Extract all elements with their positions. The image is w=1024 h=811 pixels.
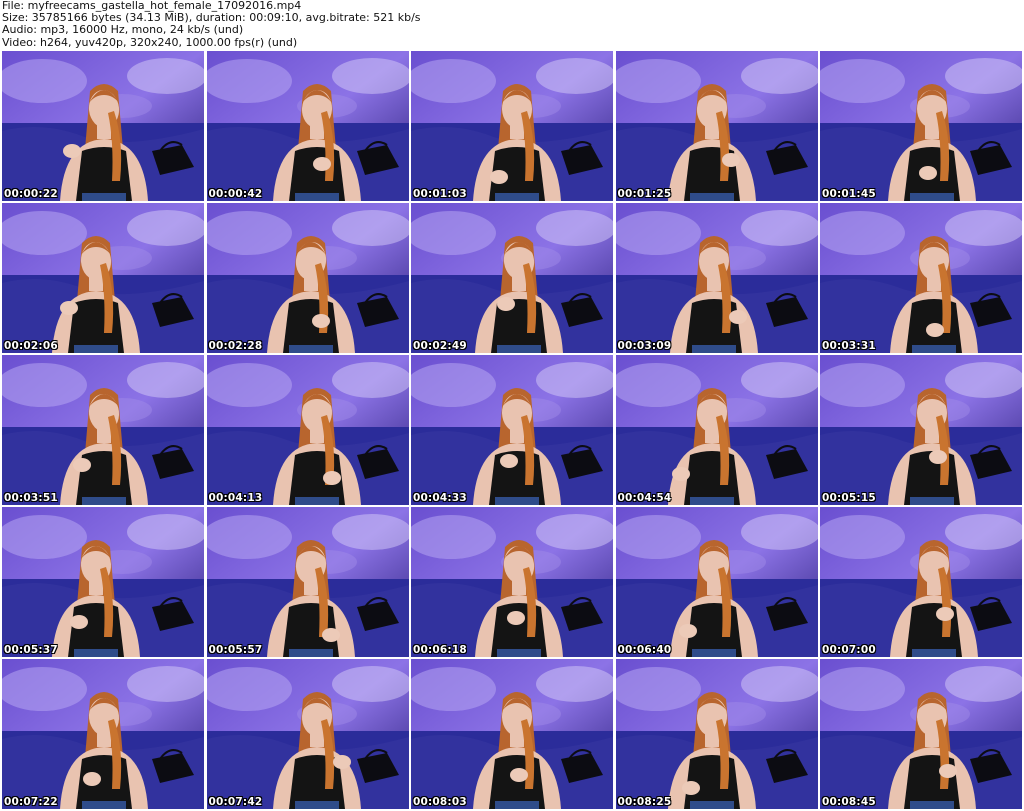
video-frame-thumbnail: 00:04:54 [615,355,818,505]
frame-timestamp: 00:01:45 [822,188,876,200]
frame-timestamp: 00:00:42 [208,188,263,200]
frame-image [2,659,204,809]
frame-timestamp: 00:00:22 [4,188,58,200]
frame-image [820,203,1022,353]
frame-timestamp: 00:06:40 [617,644,672,656]
frame-timestamp: 00:04:13 [208,492,263,504]
frame-timestamp: 00:05:37 [4,644,58,656]
video-frame-thumbnail: 00:00:22 [2,51,204,201]
frame-image [615,203,818,353]
frame-timestamp: 00:05:57 [208,644,263,656]
frame-image [2,51,204,201]
video-frame-thumbnail: 00:01:45 [820,51,1022,201]
frame-timestamp: 00:05:15 [822,492,876,504]
frame-timestamp: 00:04:54 [617,492,672,504]
video-frame-thumbnail: 00:06:40 [615,507,818,657]
video-frame-thumbnail: 00:08:03 [411,659,613,809]
video-frame-thumbnail: 00:01:25 [615,51,818,201]
frame-image [615,507,818,657]
frame-timestamp: 00:08:45 [822,796,876,808]
video-frame-thumbnail: 00:04:33 [411,355,613,505]
frame-image [411,203,613,353]
frame-timestamp: 00:02:06 [4,340,58,352]
frame-image [2,203,204,353]
video-frame-thumbnail: 00:02:06 [2,203,204,353]
video-frame-thumbnail: 00:03:31 [820,203,1022,353]
frame-timestamp: 00:07:42 [208,796,263,808]
frame-image [2,507,204,657]
frame-image [206,203,409,353]
frame-timestamp: 00:06:18 [413,644,467,656]
video-frame-thumbnail: 00:08:45 [820,659,1022,809]
video-frame-thumbnail: 00:06:18 [411,507,613,657]
video-frame-thumbnail: 00:08:25 [615,659,818,809]
frame-image [820,507,1022,657]
frame-timestamp: 00:08:25 [617,796,672,808]
frame-timestamp: 00:02:28 [208,340,263,352]
video-frame-thumbnail: 00:01:03 [411,51,613,201]
frame-image [206,659,409,809]
frame-image [615,355,818,505]
frame-image [615,51,818,201]
video-frame-thumbnail: 00:07:00 [820,507,1022,657]
video-info-line: Video: h264, yuv420p, 320x240, 1000.00 f… [2,35,298,49]
video-frame-thumbnail: 00:07:22 [2,659,204,809]
frame-image [820,355,1022,505]
video-frame-thumbnail: 00:04:13 [206,355,409,505]
video-frame-thumbnail: 00:03:09 [615,203,818,353]
video-frame-thumbnail: 00:05:37 [2,507,204,657]
video-frame-thumbnail: 00:07:42 [206,659,409,809]
frame-image [615,659,818,809]
frame-image [411,507,613,657]
frame-image [206,507,409,657]
video-frame-thumbnail: 00:02:49 [411,203,613,353]
frame-image [820,51,1022,201]
frame-timestamp: 00:03:51 [4,492,58,504]
frame-image [411,659,613,809]
frame-timestamp: 00:03:31 [822,340,876,352]
frame-timestamp: 00:08:03 [413,796,467,808]
frame-image [2,355,204,505]
frame-image [206,51,409,201]
thumbnail-grid: 00:00:22 00:00:42 00:01:03 00:01:25 00:01:45… [2,51,1022,809]
frame-image [820,659,1022,809]
video-frame-thumbnail: 00:03:51 [2,355,204,505]
frame-timestamp: 00:01:25 [617,188,672,200]
frame-timestamp: 00:04:33 [413,492,467,504]
frame-image [411,355,613,505]
frame-timestamp: 00:02:49 [413,340,467,352]
video-frame-thumbnail: 00:05:57 [206,507,409,657]
audio-info-line: Audio: mp3, 16000 Hz, mono, 24 kb/s (und… [2,23,244,37]
video-frame-thumbnail: 00:05:15 [820,355,1022,505]
video-info-header: File: myfreecams_gastella_hot_female_170… [2,0,1022,50]
frame-timestamp: 00:07:00 [822,644,876,656]
frame-image [206,355,409,505]
video-frame-thumbnail: 00:02:28 [206,203,409,353]
frame-image [411,51,613,201]
frame-timestamp: 00:01:03 [413,188,467,200]
frame-timestamp: 00:03:09 [617,340,672,352]
video-frame-thumbnail: 00:00:42 [206,51,409,201]
frame-timestamp: 00:07:22 [4,796,58,808]
